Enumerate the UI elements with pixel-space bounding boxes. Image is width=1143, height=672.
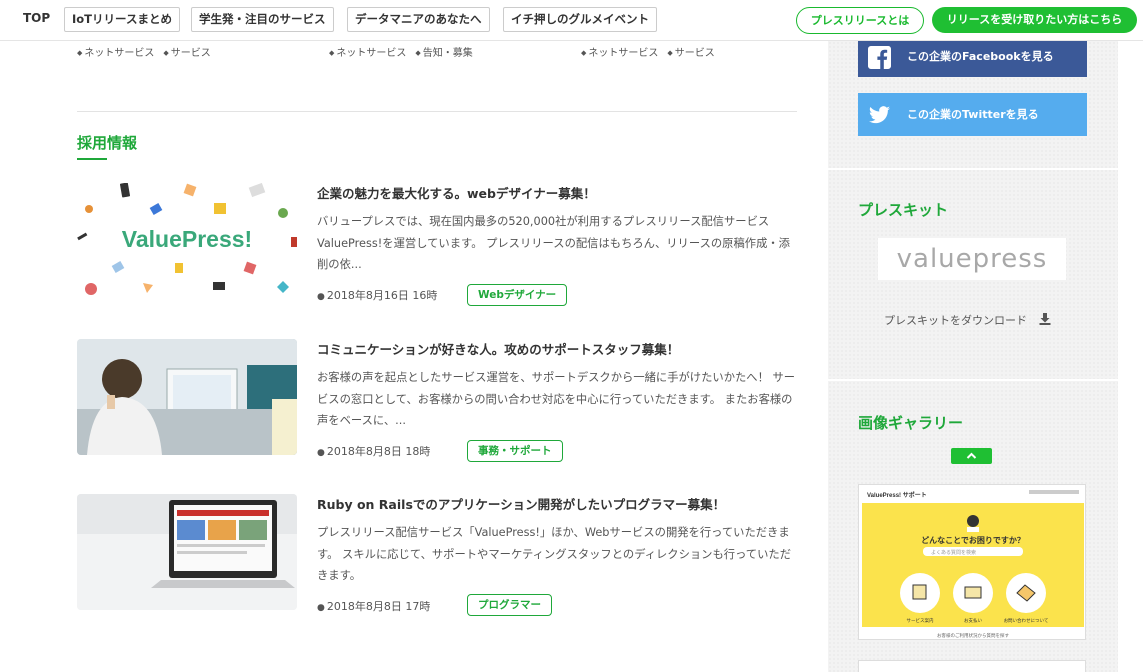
job-title[interactable]: コミュニケーションが好きな人。攻めのサポートスタッフ募集！ bbox=[317, 339, 679, 358]
subscribe-release-button[interactable]: リリースを受け取りたい方はこちら bbox=[932, 7, 1137, 33]
gallery-scroll-up-button[interactable] bbox=[951, 448, 992, 464]
chevron-up-icon bbox=[966, 452, 977, 459]
card-tags: ネットサービスサービス bbox=[77, 44, 220, 59]
presskit-download-link[interactable]: プレスキットをダウンロード bbox=[884, 312, 1051, 328]
nav-tag-gourmet[interactable]: イチ押しのグルメイベント bbox=[503, 7, 657, 32]
gallery-title: 画像ギャラリー bbox=[858, 414, 964, 432]
tag-link[interactable]: ネットサービス bbox=[329, 48, 406, 59]
presskit-logo-text: valuepress bbox=[896, 244, 1048, 274]
nav-tag-student[interactable]: 学生発・注目のサービス bbox=[191, 7, 334, 32]
top-navigation: TOP IoTリリースまとめ 学生発・注目のサービス データマニアのあなたへ イ… bbox=[0, 0, 1143, 41]
job-description: お客様の声を起点としたサービス運営を、サポートデスクから一緒に手がけたいかたへ！… bbox=[317, 371, 796, 427]
job-description: バリュープレスでは、現在国内最多の520,000社が利用するプレスリリース配信サ… bbox=[317, 215, 790, 271]
job-title[interactable]: Ruby on Railsでのアプリケーション開発がしたいプログラマー募集！ bbox=[317, 494, 725, 513]
gallery-next-image[interactable] bbox=[858, 660, 1086, 672]
section-divider bbox=[77, 111, 797, 112]
thumbnail-brand: ValuePress! サポート bbox=[867, 491, 927, 499]
presskit-logo: valuepress bbox=[878, 238, 1066, 280]
thumbnail-item: サービス案内 bbox=[907, 617, 934, 624]
nav-top-link[interactable]: TOP bbox=[23, 11, 50, 25]
tag-link[interactable]: ネットサービス bbox=[77, 48, 154, 59]
sidebar-separator bbox=[828, 379, 1118, 381]
job-thumbnail[interactable]: ValuePress! bbox=[77, 183, 297, 299]
job-date: 2018年8月8日 17時 bbox=[317, 598, 431, 614]
press-release-about-button[interactable]: プレスリリースとは bbox=[796, 7, 924, 34]
twitter-bird-icon bbox=[868, 106, 891, 124]
job-date: 2018年8月16日 16時 bbox=[317, 287, 437, 303]
card-tags: ネットサービスサービス bbox=[581, 44, 724, 59]
job-item[interactable]: Ruby on Railsでのアプリケーション開発がしたいプログラマー募集！ プ… bbox=[77, 494, 797, 618]
sidebar-separator bbox=[828, 168, 1118, 170]
job-item[interactable]: コミュニケーションが好きな人。攻めのサポートスタッフ募集！ お客様の声を起点とし… bbox=[77, 339, 797, 463]
job-item[interactable]: ValuePress! 企業の魅力を最大化する。webデザイナー募集！ バリュー… bbox=[77, 183, 797, 307]
nav-tag-iot[interactable]: IoTリリースまとめ bbox=[64, 7, 180, 32]
support-page-thumbnail: ValuePress! サポート どんなことでお困りですか？ よくある質問を検索… bbox=[859, 485, 1085, 639]
job-category-badge[interactable]: Webデザイナー bbox=[467, 284, 568, 306]
download-icon bbox=[1039, 313, 1050, 325]
job-category-badge[interactable]: プログラマー bbox=[467, 594, 552, 616]
tag-link[interactable]: サービス bbox=[163, 48, 211, 59]
presskit-download-label: プレスキットをダウンロード bbox=[884, 314, 1027, 327]
thumbnail-item: お問い合わせについて bbox=[1004, 617, 1049, 624]
thumbnail-item: お支払い bbox=[964, 617, 982, 624]
tag-link[interactable]: サービス bbox=[667, 48, 715, 59]
twitter-button[interactable]: この企業のTwitterを見る bbox=[858, 93, 1087, 136]
gallery-image[interactable]: ValuePress! サポート どんなことでお困りですか？ よくある質問を検索… bbox=[858, 484, 1086, 640]
nav-tag-data[interactable]: データマニアのあなたへ bbox=[347, 7, 490, 32]
twitter-label: この企業のTwitterを見る bbox=[907, 108, 1039, 121]
job-description: プレスリリース配信サービス「ValuePress!」ほか、Webサービスの開発を… bbox=[317, 526, 791, 582]
facebook-button[interactable]: この企業のFacebookを見る bbox=[858, 36, 1087, 77]
recruit-section-title: 採用情報 bbox=[77, 134, 138, 152]
facebook-icon bbox=[868, 46, 891, 69]
title-underline bbox=[77, 158, 107, 160]
thumbnail-heading: どんなことでお困りですか？ bbox=[921, 535, 1025, 545]
facebook-label: この企業のFacebookを見る bbox=[907, 50, 1054, 63]
job-title[interactable]: 企業の魅力を最大化する。webデザイナー募集！ bbox=[317, 183, 596, 202]
sidebar: この企業のFacebookを見る この企業のTwitterを見る プレスキット … bbox=[828, 36, 1118, 672]
job-date: 2018年8月8日 18時 bbox=[317, 443, 431, 459]
laptop-photo-icon bbox=[77, 494, 297, 610]
valuepress-illustration-icon: ValuePress! bbox=[77, 183, 297, 295]
job-category-badge[interactable]: 事務・サポート bbox=[467, 440, 563, 462]
tag-link[interactable]: ネットサービス bbox=[581, 48, 658, 59]
valuepress-logo-text: ValuePress! bbox=[122, 226, 252, 252]
tag-link[interactable]: 告知・募集 bbox=[415, 48, 473, 59]
thumbnail-search-placeholder: よくある質問を検索 bbox=[931, 549, 976, 556]
presskit-title: プレスキット bbox=[858, 201, 949, 219]
job-thumbnail[interactable] bbox=[77, 339, 297, 455]
job-thumbnail[interactable] bbox=[77, 494, 297, 610]
office-photo-icon bbox=[77, 339, 297, 455]
thumbnail-footer: お客様のご利用状況から質問を探す bbox=[937, 632, 1009, 639]
card-tags: ネットサービス告知・募集 bbox=[329, 44, 482, 59]
